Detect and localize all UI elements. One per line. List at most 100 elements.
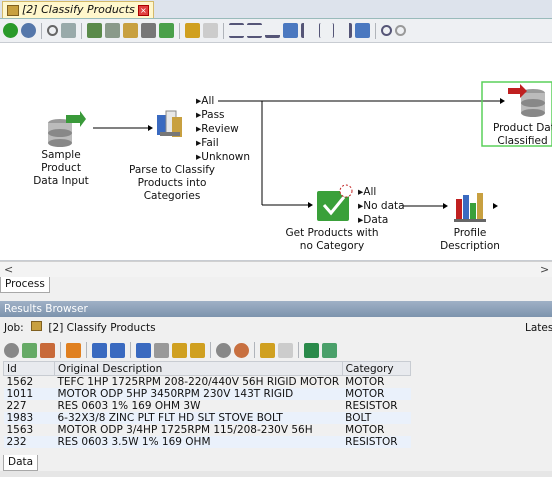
cell-description: 6-32X3/8 ZINC PLT FLT HD SLT STOVE BOLT	[54, 412, 343, 424]
circle-icon[interactable]	[216, 342, 231, 358]
output-pass[interactable]: ▸Pass	[196, 109, 225, 122]
cell-id: 1562	[6, 376, 34, 388]
column-header-description[interactable]: Original Description	[54, 361, 343, 376]
toolbar-separator	[298, 342, 299, 358]
cell-id: 227	[6, 400, 27, 412]
table-row[interactable]: 1563 MOTOR ODP 3/4HP 1725RPM 115/208-230…	[4, 424, 411, 436]
zoom-in-icon[interactable]	[381, 25, 392, 36]
layout-icon[interactable]	[355, 23, 370, 38]
toolbar-separator	[86, 342, 87, 358]
toolbar-separator	[41, 22, 42, 39]
align-center-icon[interactable]	[319, 23, 334, 38]
editor-tab-bar: [2] Classify Products ×	[0, 0, 552, 19]
column-header-id[interactable]: Id	[3, 361, 55, 376]
process-canvas[interactable]: Sample Product Data Input Parse to Class…	[0, 43, 552, 261]
table-row[interactable]: 1983 6-32X3/8 ZINC PLT FLT HD SLT STOVE …	[3, 412, 411, 424]
search-icon[interactable]	[47, 25, 58, 36]
status-bar	[0, 471, 552, 477]
database-icon	[48, 111, 86, 147]
columns-icon[interactable]	[172, 342, 187, 358]
toolbar-separator	[223, 22, 224, 39]
arrowhead	[308, 202, 313, 208]
chart-icon[interactable]	[234, 342, 249, 358]
align-top-icon[interactable]	[229, 23, 244, 38]
results-toolbar	[0, 339, 552, 361]
save-results-icon[interactable]	[110, 342, 125, 358]
align-left-icon[interactable]	[301, 23, 316, 38]
cell-id: 1983	[3, 412, 55, 424]
close-icon[interactable]: ×	[137, 4, 149, 16]
tools-icon[interactable]	[61, 23, 76, 38]
arrowhead	[148, 125, 153, 131]
notes-icon[interactable]	[260, 342, 275, 358]
drill-down-icon[interactable]	[136, 342, 151, 358]
home-icon[interactable]	[40, 342, 55, 358]
cell-id: 1563	[6, 424, 34, 436]
grid-icon[interactable]	[87, 23, 102, 38]
table-row[interactable]: 1562 TEFC 1HP 1725RPM 208-220/440V 56H R…	[4, 376, 411, 389]
refresh-icon[interactable]	[159, 23, 174, 38]
tab-data[interactable]: Data	[3, 455, 39, 471]
cell-description: RES 0603 1% 169 OHM 3W	[57, 400, 201, 412]
output-review[interactable]: ▸Review	[196, 123, 239, 136]
run-options-icon[interactable]	[21, 23, 36, 38]
refresh-results-icon[interactable]	[22, 342, 37, 358]
output-data[interactable]: ▸Data	[358, 214, 388, 227]
table-row[interactable]: 232 RES 0603 3.5W 1% 169 OHM RESISTOR	[3, 436, 411, 448]
scroll-right-icon[interactable]: >	[540, 262, 549, 277]
excel-icon[interactable]	[304, 342, 319, 358]
zoom-out-icon[interactable]	[395, 25, 406, 36]
toolbar-separator	[60, 342, 61, 358]
cell-description: RES 0603 3.5W 1% 169 OHM	[54, 436, 343, 448]
scroll-left-icon[interactable]: <	[4, 262, 13, 277]
editor-toolbar	[0, 19, 552, 43]
output-unknown[interactable]: ▸Unknown	[196, 151, 250, 164]
filter-icon[interactable]	[66, 342, 81, 358]
sheet-icon[interactable]	[322, 342, 337, 358]
toolbar-separator	[254, 342, 255, 358]
column-header-category[interactable]: Category	[341, 361, 412, 376]
stats-icon[interactable]	[154, 342, 169, 358]
process-tab-icon	[7, 4, 19, 16]
cell-description: MOTOR ODP 3/4HP 1725RPM 115/208-230V 56H	[57, 424, 313, 436]
toolbar-separator	[179, 22, 180, 39]
align-bottom-icon[interactable]	[265, 23, 280, 38]
results-browser-header: Results Browser	[0, 301, 552, 317]
rows-icon[interactable]	[190, 342, 205, 358]
distribute-icon[interactable]	[283, 23, 298, 38]
export-icon[interactable]	[123, 23, 138, 38]
editor-tab-title: [2] Classify Products	[22, 3, 135, 16]
stop-icon[interactable]	[4, 342, 19, 358]
table-row[interactable]: 227 RES 0603 1% 169 OHM 3W RESISTOR	[4, 400, 411, 412]
node-label-sample: Sample Product Data Input	[33, 149, 89, 187]
node-label-classified: Product Dat Classified	[493, 122, 552, 147]
comment-icon[interactable]	[141, 23, 156, 38]
node-label-parse: Parse to Classify Products into Categori…	[128, 164, 216, 202]
cell-category: RESISTOR	[345, 400, 398, 412]
node-label-profile: Profile Description	[440, 227, 500, 252]
edit-icon[interactable]	[185, 23, 200, 38]
align-right-icon[interactable]	[337, 23, 352, 38]
horizontal-scrollbar[interactable]: < >	[0, 261, 552, 277]
table-row[interactable]: 1011 MOTOR ODP 5HP 3450RPM 230V 143T RIG…	[3, 388, 411, 400]
note-icon[interactable]	[203, 23, 218, 38]
database-output-icon	[508, 84, 545, 117]
cell-description: MOTOR ODP 5HP 3450RPM 230V 143T RIGID	[54, 388, 343, 400]
export-results-icon[interactable]	[92, 342, 107, 358]
arrowhead	[500, 98, 505, 104]
output-get-all[interactable]: ▸All	[358, 186, 376, 199]
table-icon[interactable]	[105, 23, 120, 38]
editor-tab[interactable]: [2] Classify Products ×	[2, 1, 154, 18]
tab-process[interactable]: Process	[0, 277, 50, 293]
cell-category: MOTOR	[342, 388, 411, 400]
job-icon	[31, 321, 43, 331]
run-icon[interactable]	[3, 23, 18, 38]
output-all[interactable]: ▸All	[196, 95, 214, 108]
output-fail[interactable]: ▸Fail	[196, 137, 219, 150]
align-middle-icon[interactable]	[247, 23, 262, 38]
latest-label: Lates	[525, 322, 552, 334]
output-arrow	[493, 203, 498, 209]
output-no-data[interactable]: ▸No data	[358, 200, 405, 213]
disabled-icon	[278, 342, 293, 358]
parse-book-icon	[157, 110, 182, 137]
